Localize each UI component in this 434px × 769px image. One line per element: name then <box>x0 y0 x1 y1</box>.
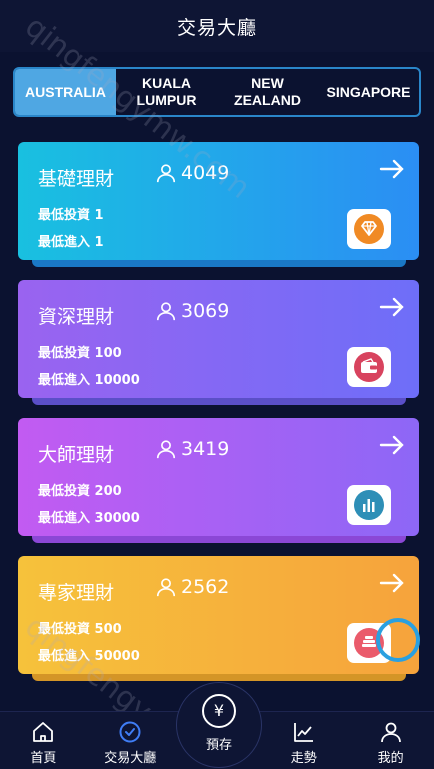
compass-icon <box>119 721 141 743</box>
min-investment: 最低投資 500 <box>38 622 122 637</box>
participant-count: 3419 <box>155 438 229 460</box>
nav-trend-label: 走勢 <box>290 751 317 766</box>
user-icon <box>156 302 176 321</box>
product-card-senior[interactable]: 資深理財 3069 最低投資 100 最低進入 10000 <box>18 280 419 398</box>
nav-deposit[interactable]: ¥ 預存 <box>176 682 262 768</box>
nav-trading-hall-label: 交易大廳 <box>104 751 157 766</box>
diamond-icon <box>347 209 391 249</box>
card-title: 專家理財 <box>38 582 115 604</box>
product-card-basic[interactable]: 基礎理財 4049 最低投資 1 最低進入 1 <box>18 142 419 260</box>
nav-deposit-label: 預存 <box>205 737 232 753</box>
home-icon <box>33 722 54 742</box>
participant-count-value: 2562 <box>181 576 230 598</box>
header-bar: 交易大廳 <box>0 0 434 52</box>
participant-count: 2562 <box>155 576 229 598</box>
nav-trading-hall[interactable]: 交易大廳 <box>87 712 174 769</box>
card-title: 資深理財 <box>38 306 115 328</box>
tab-kuala-lumpur[interactable]: KUALA LUMPUR <box>116 69 217 115</box>
tab-australia[interactable]: AUSTRALIA <box>15 69 116 115</box>
card-title: 大師理財 <box>38 444 115 466</box>
participant-count: 4049 <box>155 162 229 184</box>
min-entry: 最低進入 30000 <box>38 511 140 526</box>
product-card-master[interactable]: 大師理財 3419 最低投資 200 最低進入 30000 <box>18 418 419 536</box>
bar-chart-icon <box>347 485 391 525</box>
min-entry: 最低進入 50000 <box>38 649 140 664</box>
nav-home-label: 首頁 <box>30 751 57 766</box>
line-chart-icon <box>293 723 313 742</box>
nav-mine-label: 我的 <box>377 751 404 766</box>
min-investment: 最低投資 100 <box>38 346 122 361</box>
profile-icon <box>380 722 401 743</box>
product-card-expert[interactable]: 專家理財 2562 最低投資 500 最低進入 50000 <box>18 556 419 674</box>
nav-mine[interactable]: 我的 <box>347 712 434 769</box>
participant-count-value: 3419 <box>181 438 230 460</box>
arrow-right-icon[interactable] <box>379 434 405 456</box>
floating-service-icon[interactable] <box>376 618 420 662</box>
page-title: 交易大廳 <box>176 16 257 39</box>
tab-kuala-lumpur-label: KUALA LUMPUR <box>136 75 197 108</box>
arrow-right-icon[interactable] <box>379 572 405 594</box>
tab-new-zealand[interactable]: NEW ZEALAND <box>217 69 318 115</box>
user-icon <box>156 440 176 459</box>
participant-count-value: 4049 <box>181 162 230 184</box>
yen-icon: ¥ <box>202 693 236 728</box>
user-icon <box>156 578 176 597</box>
card-title: 基礎理財 <box>38 168 115 190</box>
nav-trend[interactable]: 走勢 <box>260 712 347 769</box>
tab-singapore[interactable]: SINGAPORE <box>318 69 419 115</box>
participant-count: 3069 <box>155 300 229 322</box>
min-investment: 最低投資 1 <box>38 208 104 223</box>
user-icon <box>156 164 176 183</box>
arrow-right-icon[interactable] <box>379 296 405 318</box>
min-entry: 最低進入 1 <box>38 235 104 250</box>
region-tabs: AUSTRALIA KUALA LUMPUR NEW ZEALAND SINGA… <box>13 67 421 117</box>
tab-new-zealand-label: NEW ZEALAND <box>234 75 301 108</box>
participant-count-value: 3069 <box>181 300 230 322</box>
arrow-right-icon[interactable] <box>379 158 405 180</box>
min-entry: 最低進入 10000 <box>38 373 140 388</box>
min-investment: 最低投資 200 <box>38 484 122 499</box>
wallet-icon <box>347 347 391 387</box>
nav-home[interactable]: 首頁 <box>0 712 87 769</box>
